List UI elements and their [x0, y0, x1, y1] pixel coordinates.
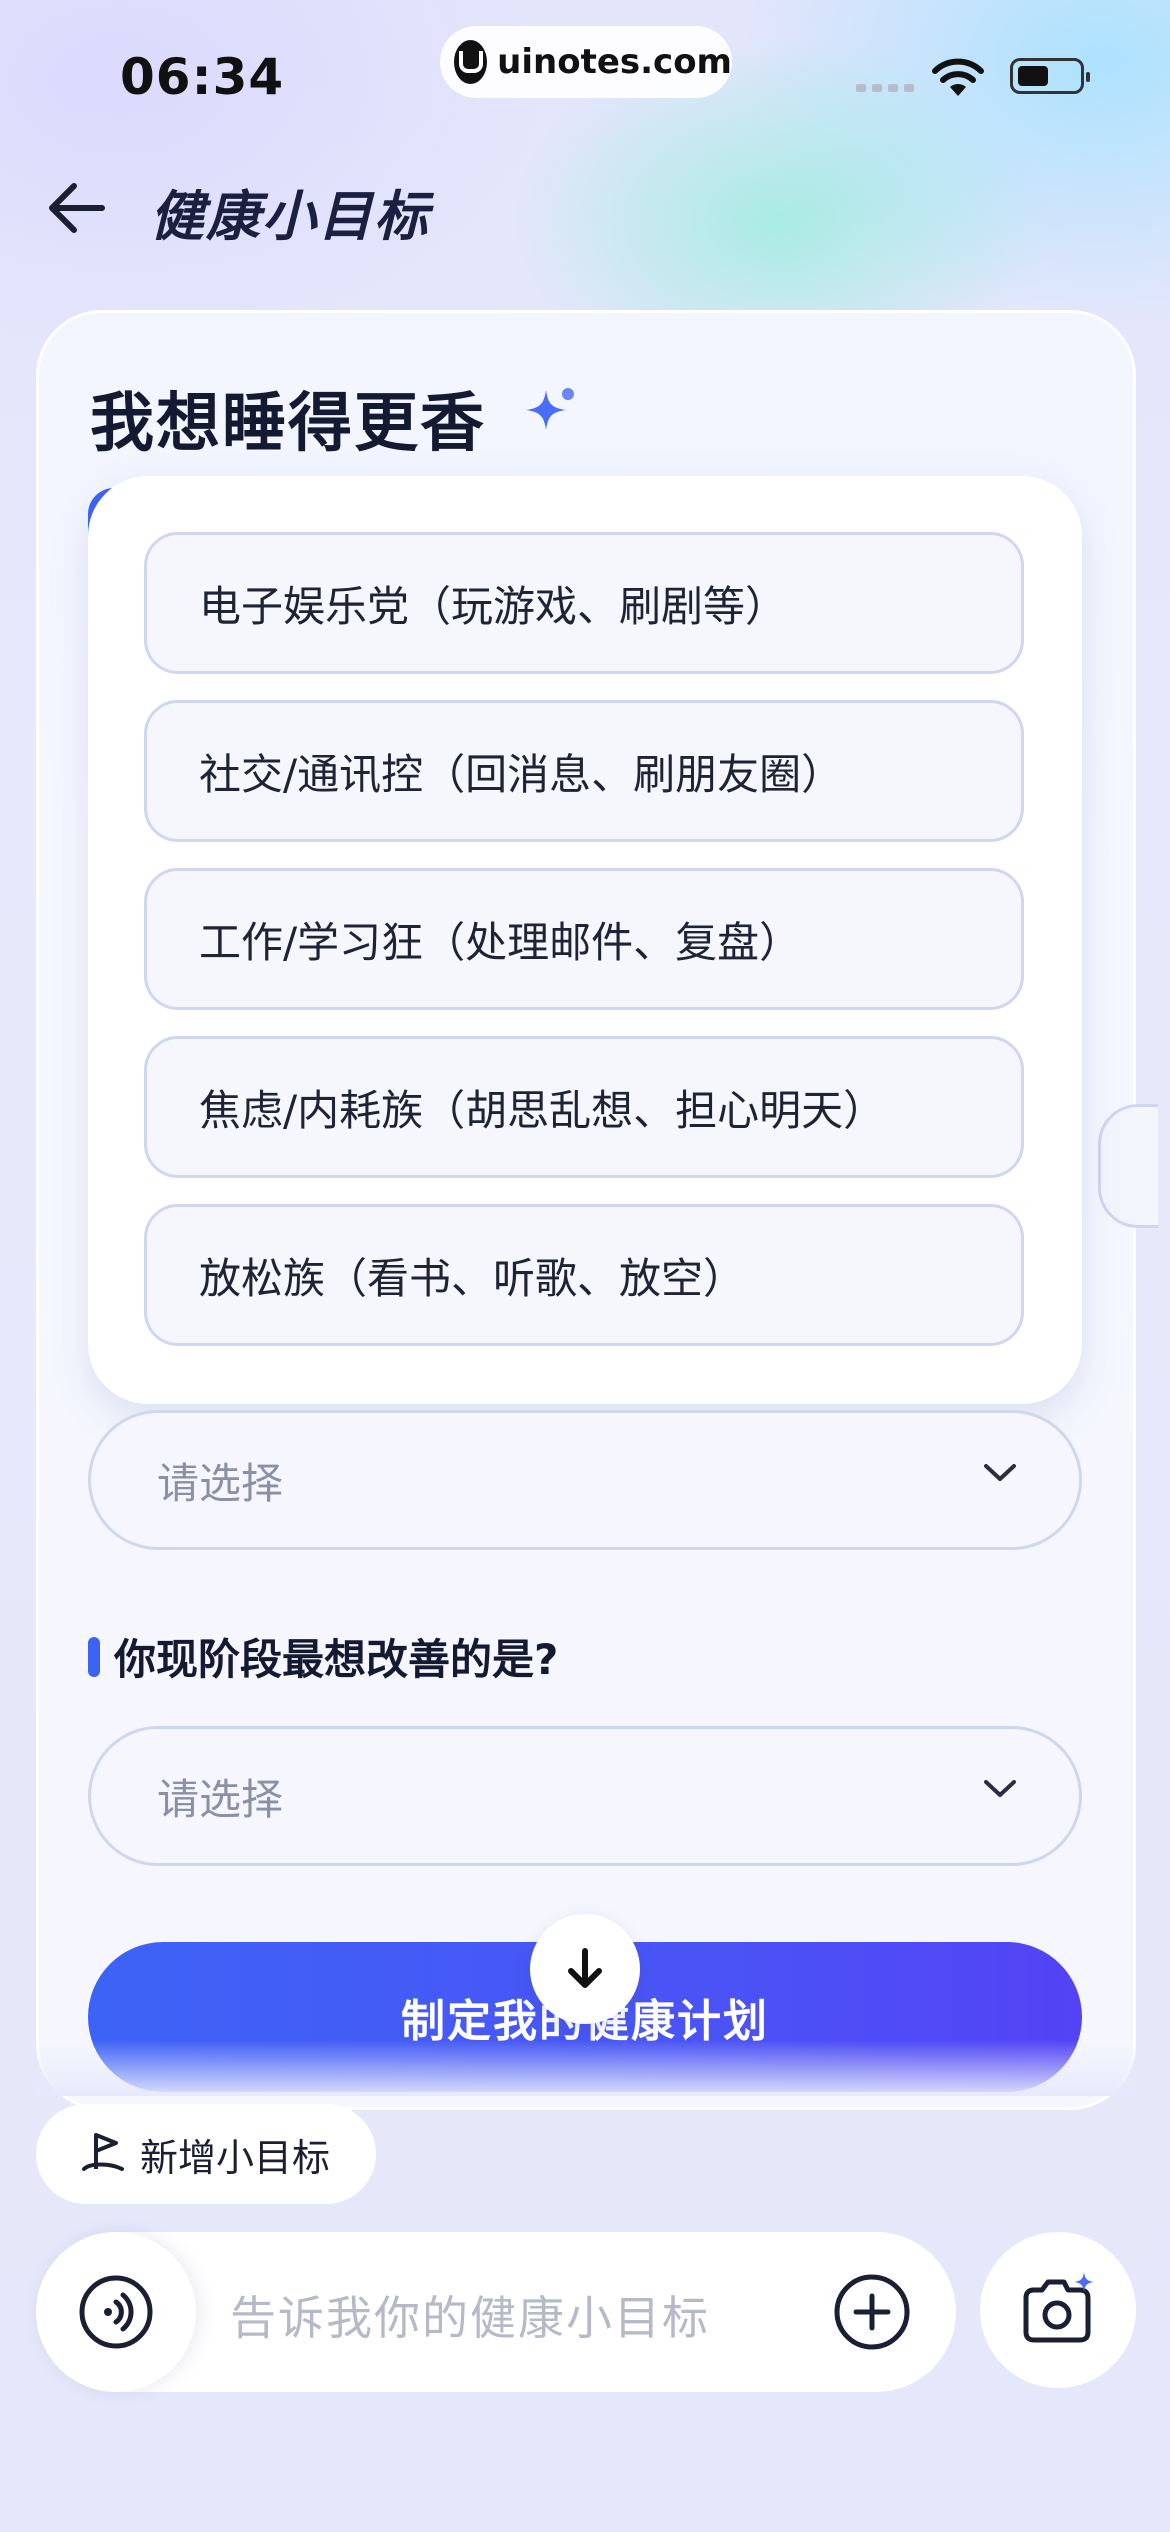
back-arrow-icon[interactable]	[44, 178, 110, 238]
add-button[interactable]	[832, 2272, 912, 2356]
card-title: 我想睡得更香	[90, 387, 486, 461]
question-text: 你现阶段最想改善的是?	[114, 1635, 559, 1684]
signal-icon	[856, 84, 914, 92]
option-item[interactable]: 焦虑/内耗族（胡思乱想、担心明天）	[144, 1036, 1024, 1178]
select-placeholder: 请选择	[157, 1458, 284, 1508]
dropdown-options-popup: 电子娱乐党（玩游戏、刷剧等） 社交/通讯控（回消息、刷朋友圈） 工作/学习狂（处…	[88, 476, 1082, 1404]
plus-icon	[834, 2274, 910, 2350]
chevron-down-icon	[983, 1779, 1017, 1803]
battery-icon	[1010, 58, 1090, 94]
goal-flag-icon	[80, 2129, 126, 2179]
option-item[interactable]: 电子娱乐党（玩游戏、刷剧等）	[144, 532, 1024, 674]
camera-icon	[1023, 2272, 1094, 2343]
chat-input-bar: 告诉我你的健康小目标	[36, 2232, 956, 2392]
scroll-down-button[interactable]	[530, 1914, 640, 2024]
chevron-down-icon	[983, 1463, 1017, 1487]
voice-wave-icon	[79, 2275, 153, 2349]
site-logo-icon	[454, 40, 488, 84]
option-item[interactable]: 社交/通讯控（回消息、刷朋友圈）	[144, 700, 1024, 842]
option-item[interactable]: 工作/学习狂（处理邮件、复盘）	[144, 868, 1024, 1010]
sparkle-icon	[522, 384, 580, 446]
new-goal-label: 新增小目标	[140, 2135, 331, 2180]
new-goal-button[interactable]: 新增小目标	[36, 2104, 376, 2204]
select-placeholder: 请选择	[157, 1774, 284, 1824]
question-label: 你现阶段最想改善的是?	[88, 1626, 558, 1687]
bottom-fade	[34, 2040, 1136, 2096]
arrow-down-icon	[568, 1948, 602, 1988]
camera-button[interactable]	[980, 2232, 1136, 2388]
page-title: 健康小目标	[150, 185, 430, 248]
side-handle[interactable]	[1098, 1104, 1158, 1228]
select-field-1[interactable]: 请选择	[88, 1410, 1082, 1550]
voice-button[interactable]	[36, 2232, 196, 2392]
select-field-2[interactable]: 请选择	[88, 1726, 1082, 1866]
chat-input[interactable]: 告诉我你的健康小目标	[230, 2282, 710, 2348]
status-time: 06:34	[120, 48, 285, 106]
wifi-icon	[930, 56, 986, 104]
url-text: uinotes.com	[497, 42, 732, 82]
option-item[interactable]: 放松族（看书、听歌、放空）	[144, 1204, 1024, 1346]
question-marker	[88, 1636, 100, 1677]
url-pill: uinotes.com	[440, 26, 732, 98]
